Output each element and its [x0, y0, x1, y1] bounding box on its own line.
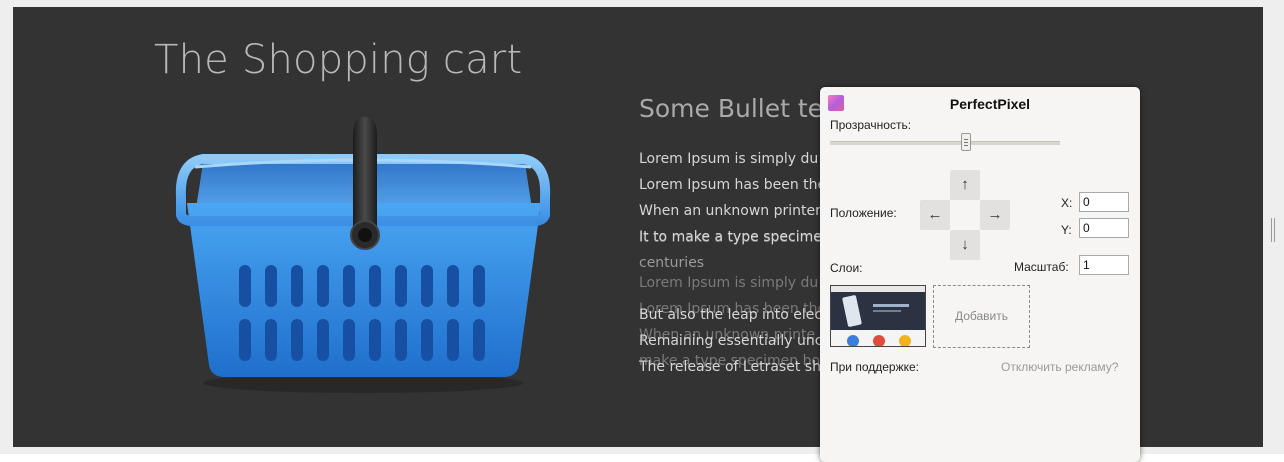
bullet-line: But also the leap into elec: [639, 307, 823, 323]
resize-grip-icon[interactable]: [1271, 218, 1277, 242]
bullet-line: Lorem Ipsum has been the: [639, 177, 827, 193]
scale-label: Масштаб:: [1014, 260, 1069, 274]
opacity-label: Прозрачность:: [830, 118, 912, 132]
x-label: X:: [1061, 196, 1073, 210]
disable-ads-link[interactable]: Отключить рекламу?: [1001, 360, 1118, 374]
x-field[interactable]: [1079, 192, 1129, 212]
opacity-slider[interactable]: [830, 141, 1060, 145]
shopping-basket-image: [175, 117, 551, 393]
position-label: Положение:: [830, 206, 897, 220]
scale-field[interactable]: [1079, 255, 1129, 275]
bullet-line: centuries: [639, 255, 705, 271]
y-field[interactable]: [1079, 218, 1129, 238]
move-right-button[interactable]: →: [980, 200, 1010, 230]
bullet-line: Lorem Ipsum is simply du: [639, 151, 819, 167]
support-label: При поддержке:: [830, 360, 920, 374]
page: The Shopping cart Some Bullet tex It to …: [0, 0, 1284, 462]
ghost-text-line: Lorem Ipsum is simply du: [639, 275, 819, 291]
bullet-line: When an unknown printer: [639, 203, 821, 219]
hero-title: The Shopping cart: [154, 37, 523, 83]
move-down-button[interactable]: ↓: [950, 230, 980, 260]
bullet-line: The release of Letraset sh: [639, 359, 821, 375]
opacity-slider-thumb[interactable]: [960, 133, 971, 151]
move-left-button[interactable]: ←: [920, 200, 950, 230]
bullet-heading: Some Bullet tex: [639, 94, 838, 123]
layer-preview-image: [831, 286, 925, 346]
bullet-line: It to make a type specimen: [639, 229, 831, 245]
layer-thumbnail[interactable]: [830, 285, 926, 347]
perfectpixel-panel: PerfectPixel Прозрачность: Положение: ↑ …: [820, 87, 1140, 462]
bullet-line: Remaining essentially unc: [639, 333, 823, 349]
layers-label: Слои:: [830, 261, 863, 275]
y-label: Y:: [1061, 223, 1072, 237]
panel-title: PerfectPixel: [949, 96, 1031, 112]
move-up-button[interactable]: ↑: [950, 170, 980, 200]
add-layer-button[interactable]: Добавить: [933, 285, 1030, 348]
